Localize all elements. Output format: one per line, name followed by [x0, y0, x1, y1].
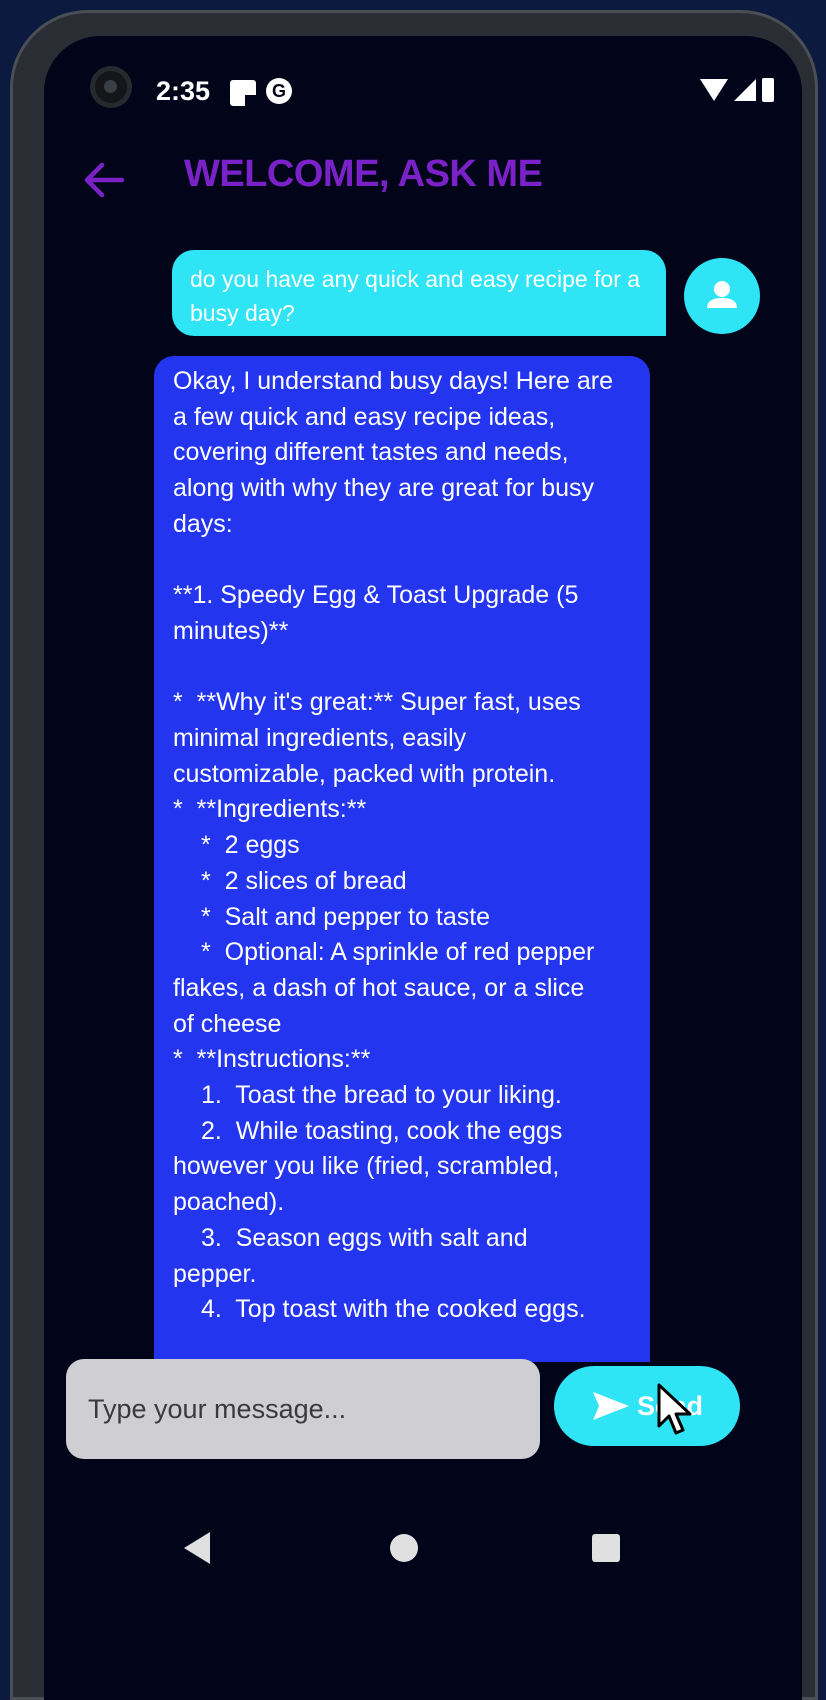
bot-message-line: **1. Speedy Egg & Toast Upgrade (5	[173, 581, 579, 610]
bot-message-line: minimal ingredients, easily	[173, 724, 467, 752]
bot-message-line: customizable, packed with protein.	[173, 759, 556, 788]
bot-message-line: * 2 eggs	[201, 831, 300, 860]
mouse-cursor-icon	[657, 1383, 692, 1435]
user-message-bubble: do you have any quick and easy recipe fo…	[172, 250, 666, 336]
arrow-left-icon[interactable]	[78, 154, 130, 206]
status-indicators	[700, 78, 774, 102]
signal-icon	[734, 79, 756, 101]
bot-message-line: a few quick and easy recipe ideas,	[173, 402, 556, 431]
g-app-icon: G	[266, 78, 292, 104]
bot-message-line	[173, 543, 631, 579]
bot-message-line: poached).	[173, 1188, 285, 1217]
bot-message-line: * Salt and pepper to taste	[201, 902, 491, 931]
send-icon	[592, 1392, 629, 1420]
bot-message-line: pepper.	[173, 1259, 257, 1288]
nav-recents-icon[interactable]	[592, 1534, 620, 1562]
bot-message-line: Okay, I understand busy days! Here are	[173, 367, 614, 395]
send-button[interactable]: Send	[554, 1366, 740, 1446]
bot-message-line: covering different tastes and needs,	[173, 438, 569, 467]
bot-message-line: of cheese	[173, 1009, 282, 1038]
message-input[interactable]	[66, 1359, 540, 1459]
page-title: WELCOME, ASK ME	[184, 153, 543, 195]
bot-message-line: * **Ingredients:**	[173, 795, 367, 824]
bot-message-line: * **Instructions:**	[173, 1045, 371, 1074]
app-screen: 2:35 G WELCOME, ASK ME do you have any q…	[44, 36, 802, 1700]
nav-back-icon[interactable]	[184, 1532, 210, 1564]
bot-message-line	[173, 650, 631, 686]
bot-message-line: * **Why it's great:** Super fast, uses	[173, 688, 581, 717]
phone-frame: 2:35 G WELCOME, ASK ME do you have any q…	[10, 10, 818, 1700]
user-avatar	[684, 258, 760, 334]
bot-message-line: flakes, a dash of hot sauce, or a slice	[173, 973, 585, 1002]
status-time: 2:35	[156, 76, 211, 106]
battery-icon	[762, 78, 774, 102]
bot-message-line: 2. While toasting, cook the eggs	[201, 1116, 563, 1145]
bot-message-bubble: Okay, I understand busy days! Here are a …	[154, 356, 650, 1362]
system-nav-bar	[44, 1468, 802, 1578]
wifi-icon	[700, 79, 728, 101]
bot-message-line: 4. Top toast with the cooked eggs.	[201, 1295, 586, 1324]
bot-message-line: * 2 slices of bread	[201, 866, 407, 895]
bot-message-line: * Optional: A sprinkle of red pepper	[201, 938, 595, 967]
bot-message-line: minutes)**	[173, 616, 289, 645]
front-camera	[90, 66, 132, 108]
person-icon	[707, 281, 737, 308]
nav-home-icon[interactable]	[390, 1534, 418, 1562]
notification-icon	[230, 80, 256, 106]
bot-message-line: days:	[173, 509, 233, 538]
bot-message-line: 1. Toast the bread to your liking.	[201, 1081, 562, 1110]
bot-message-line: along with why they are great for busy	[173, 474, 595, 503]
bot-message-line: however you like (fried, scrambled,	[173, 1152, 560, 1181]
bot-message-line: 3. Season eggs with salt and	[201, 1223, 528, 1252]
